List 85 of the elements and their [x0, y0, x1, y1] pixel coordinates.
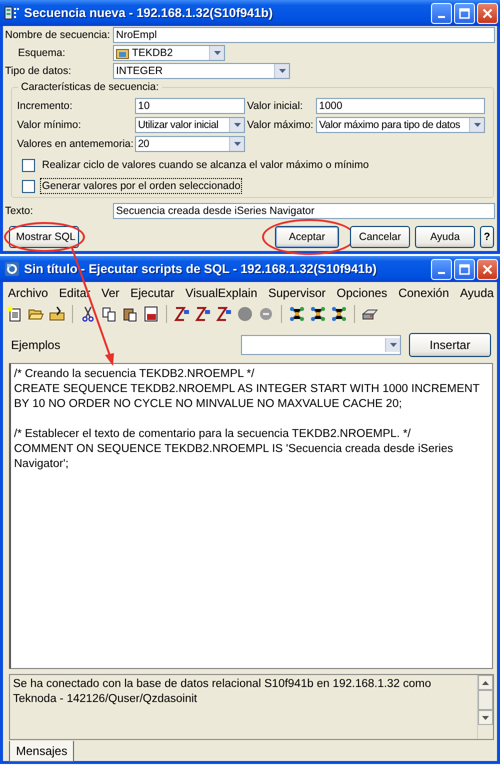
- graph-icon[interactable]: [310, 306, 326, 322]
- checkbox[interactable]: Realizar ciclo de valores cuando se alcanza el valor máximo o mínimo: [22, 157, 491, 173]
- menu-item[interactable]: Archivo: [8, 286, 48, 300]
- input-field[interactable]: NroEmpl: [113, 27, 495, 43]
- minimize-icon: [438, 16, 445, 18]
- input-field[interactable]: Secuencia creada desde iSeries Navigator: [113, 203, 495, 219]
- dialog-button[interactable]: Cancelar: [350, 226, 410, 248]
- group-title: Características de secuencia:: [18, 81, 162, 93]
- minimize-icon: [438, 272, 445, 274]
- scrollbar[interactable]: [477, 675, 493, 739]
- caret-icon: [474, 123, 480, 127]
- dropdown-field[interactable]: INTEGER: [113, 63, 290, 79]
- field-label: Tipo de datos:: [5, 65, 72, 77]
- script-icon: [4, 261, 20, 277]
- menu-item[interactable]: VisualExplain: [185, 286, 258, 300]
- menu-item[interactable]: Ejecutar: [130, 286, 174, 300]
- dialog-button[interactable]: Ayuda: [415, 226, 475, 248]
- tab[interactable]: Mensajes: [9, 741, 74, 762]
- scissors-icon[interactable]: [80, 306, 96, 322]
- examples-dropdown[interactable]: [241, 335, 401, 355]
- caret-icon: [234, 142, 240, 146]
- minimize-button[interactable]: [431, 258, 452, 280]
- up-arrow-icon: [482, 680, 489, 684]
- run-icon[interactable]: [195, 306, 211, 322]
- close-icon: [482, 8, 493, 18]
- checkbox[interactable]: Generar valores por el orden seleccionado: [22, 178, 491, 194]
- insert-button[interactable]: Insertar: [409, 333, 491, 357]
- caret-icon: [278, 69, 286, 73]
- field-label: Incremento:: [17, 100, 74, 112]
- sql-comment: /* Creando la secuencia TEKDB2.NROEMPL */: [14, 367, 256, 382]
- sql-statement: COMMENT ON SEQUENCE TEKDB2.NROEMPL IS 'Secuencia creada desde iSeries Navigator';: [14, 442, 454, 472]
- new-file-icon[interactable]: [7, 306, 23, 322]
- dialog-button[interactable]: Aceptar: [275, 226, 339, 248]
- examples-label: Ejemplos: [11, 338, 60, 352]
- database-icon: [4, 5, 20, 21]
- document-icon[interactable]: [143, 306, 159, 322]
- close-button[interactable]: [477, 258, 498, 280]
- maximize-icon: [459, 8, 470, 18]
- checkbox-label: Generar valores por el orden seleccionado: [40, 178, 242, 194]
- window-title: Secuencia nueva - 192.168.1.32(S10f941b): [24, 6, 273, 20]
- paste-icon[interactable]: [122, 306, 138, 322]
- graph-icon[interactable]: [331, 306, 347, 322]
- close-icon: [482, 264, 493, 274]
- caret-icon: [390, 343, 396, 347]
- run-icon[interactable]: [216, 306, 232, 322]
- help-button[interactable]: ?: [480, 226, 494, 248]
- menu-item[interactable]: Supervisor: [268, 286, 326, 300]
- sql-comment: /* Establecer el texto de comentario para la secuencia TEKDB2.NROEMPL. */: [14, 427, 412, 442]
- menu-item[interactable]: Opciones: [336, 286, 388, 300]
- run-icon[interactable]: [174, 306, 190, 322]
- folder-arrow-icon[interactable]: [49, 306, 65, 322]
- menu-item[interactable]: Ver: [101, 286, 120, 300]
- dropdown-field[interactable]: Valor máximo para tipo de datos: [316, 117, 485, 133]
- maximize-button[interactable]: [454, 258, 475, 280]
- input-field[interactable]: 1000: [316, 98, 485, 114]
- field-label: Esquema:: [17, 47, 66, 59]
- input-field[interactable]: 10: [135, 98, 245, 114]
- caret-icon: [214, 51, 220, 55]
- message-text: Se ha conectado con la base de datos relacional S10f941b en 192.168.1.32 como Teknoda - 142126/Quser/Qzdasoinit: [12, 677, 432, 707]
- copy-icon[interactable]: [101, 306, 117, 322]
- maximize-button[interactable]: [454, 2, 475, 24]
- field-label: Nombre de secuencia:: [5, 29, 112, 41]
- dropdown-field[interactable]: TEKDB2: [113, 45, 225, 61]
- minimize-button[interactable]: [431, 2, 452, 24]
- maximize-icon: [459, 264, 470, 274]
- field-label: Valores en antememoria:: [17, 138, 133, 150]
- caret-icon: [234, 123, 240, 127]
- window-title: Sin título - Ejecutar scripts de SQL - 192.168.1.32(S10f941b): [24, 262, 377, 276]
- field-label: Valor inicial:: [247, 100, 304, 112]
- field-label: Valor mínimo:: [17, 119, 82, 131]
- field-label: Valor máximo:: [247, 119, 314, 131]
- down-arrow-icon: [482, 716, 489, 720]
- sql-statement: CREATE SEQUENCE TEKDB2.NROEMPL AS INTEGER START WITH 1000 INCREMENT BY 10 NO ORDER NO CYCLE NO MINVALUE NO MAXVALUE CACHE 20;: [14, 382, 480, 412]
- close-button[interactable]: [477, 2, 498, 24]
- dropdown-field[interactable]: Utilizar valor inicial: [135, 117, 245, 133]
- dropdown-field[interactable]: 20: [135, 136, 245, 152]
- field-label: Texto:: [5, 205, 34, 217]
- menu-item[interactable]: Ayuda: [460, 286, 494, 300]
- checkbox-label: Realizar ciclo de valores cuando se alcanza el valor máximo o mínimo: [41, 158, 370, 173]
- graph-icon[interactable]: [289, 306, 305, 322]
- sql-editor[interactable]: [9, 363, 493, 669]
- show-sql-button[interactable]: Mostrar SQL: [9, 226, 79, 248]
- stop-icon[interactable]: [237, 306, 253, 322]
- menu-item[interactable]: Conexión: [398, 286, 450, 300]
- folder-icon: [116, 48, 129, 58]
